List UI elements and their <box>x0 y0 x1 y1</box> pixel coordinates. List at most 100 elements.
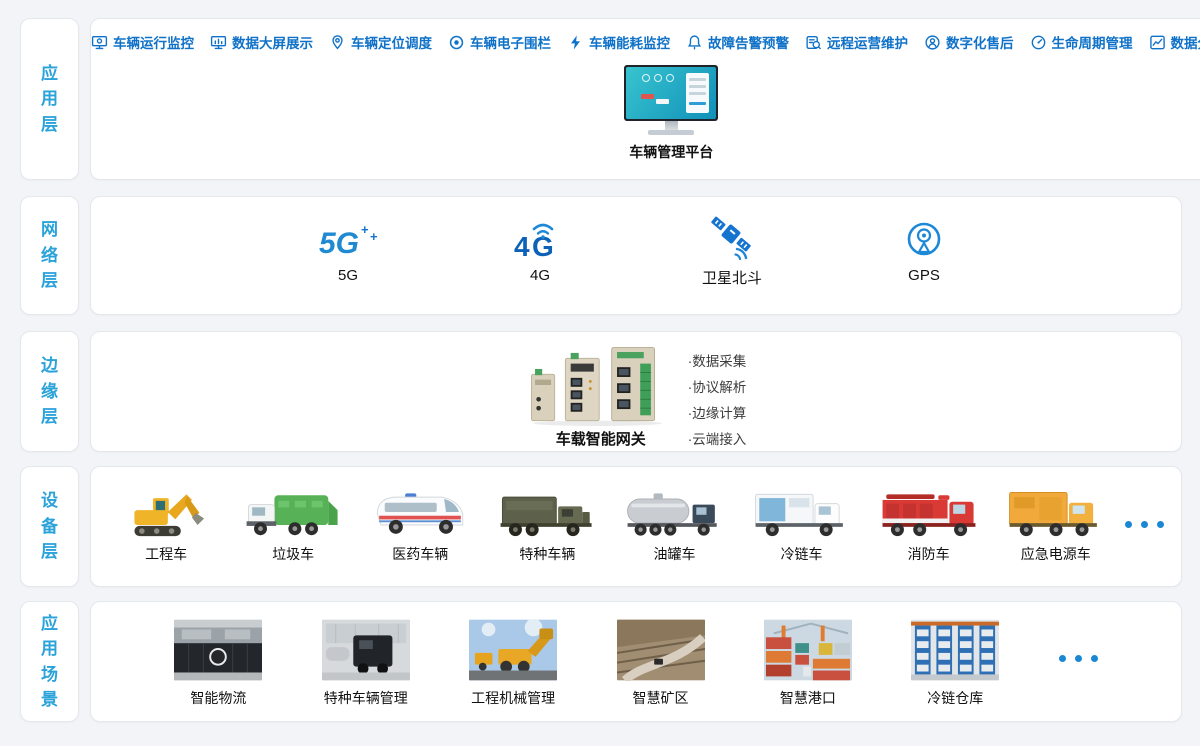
app-feature-label: 车辆运行监控 <box>113 32 194 52</box>
scenario-item: 智能物流 <box>174 619 262 708</box>
smart-logistics-photo <box>174 619 262 681</box>
special-vehicle-photo <box>322 619 410 681</box>
network-item-5g: 5G++ 5G <box>289 214 407 288</box>
network-item-label: 4G <box>530 267 550 284</box>
app-layer-panel: 车辆运行监控 数据大屏展示 车辆定位调度 车辆电子围栏 车辆能耗监控 故障告警预… <box>90 18 1200 180</box>
network-item-label: 卫星北斗 <box>702 267 762 288</box>
port-photo <box>764 619 852 681</box>
vehicle-label: 冷链车 <box>781 544 823 564</box>
geofence-icon <box>448 34 465 51</box>
remote-ops-icon <box>805 34 822 51</box>
tanker-truck-graphic <box>622 481 726 543</box>
ellipsis-icon <box>1059 655 1098 662</box>
app-feature-label: 数据分析应用 <box>1171 32 1200 52</box>
vehicle-item: 消防车 <box>871 481 987 564</box>
app-feature: 车辆运行监控 <box>91 32 194 52</box>
app-feature: 车辆电子围栏 <box>448 32 551 52</box>
network-layer-row: 网络层 5G++ 5G 4G 4G 卫星北斗 <box>20 196 1182 315</box>
vehicle-label: 工程车 <box>145 544 187 564</box>
monitor-screen <box>624 65 718 121</box>
vehicle-label: 应急电源车 <box>1021 544 1091 564</box>
layer-label-text: 设备层 <box>40 488 59 565</box>
location-pin-icon <box>329 34 346 51</box>
scenario-label: 智慧矿区 <box>633 688 689 708</box>
energy-icon <box>567 34 584 51</box>
layer-label-edge: 边缘层 <box>20 331 79 452</box>
vehicle-label: 医药车辆 <box>392 544 448 564</box>
vehicle-label: 垃圾车 <box>272 544 314 564</box>
gateway-bullet: ·边缘计算 <box>688 401 747 427</box>
app-feature: 数据大屏展示 <box>210 32 313 52</box>
network-item-4g: 4G 4G <box>481 214 599 288</box>
app-feature-label: 远程运营维护 <box>827 32 908 52</box>
app-feature: 远程运营维护 <box>805 32 908 52</box>
device-layer-row: 设备层 工程车 <box>20 466 1182 587</box>
gateway-bullet: ·数据采集 <box>688 349 747 375</box>
satellite-icon <box>707 216 757 262</box>
network-item-label: GPS <box>908 267 940 284</box>
scenario-item: 工程机械管理 <box>469 619 557 708</box>
svg-text:4: 4 <box>514 231 530 262</box>
layer-label-text: 网络层 <box>40 217 59 294</box>
network-item-gps: GPS <box>865 214 983 288</box>
app-feature: 数字化售后 <box>924 32 1014 52</box>
lifecycle-icon <box>1030 34 1047 51</box>
cold-warehouse-photo <box>911 619 999 681</box>
vehicle-item: 冷链车 <box>744 481 860 564</box>
scenario-label: 智慧港口 <box>780 688 836 708</box>
5g-icon: 5G++ <box>315 220 381 262</box>
app-feature: 故障告警预警 <box>686 32 789 52</box>
vehicle-label: 消防车 <box>908 544 950 564</box>
ellipsis-icon <box>1125 521 1164 528</box>
scenario-item: 特种车辆管理 <box>322 619 410 708</box>
scenario-item: 冷链仓库 <box>911 619 999 708</box>
gateway-label: 车载智能网关 <box>556 428 646 449</box>
app-feature-label: 故障告警预警 <box>708 32 789 52</box>
layer-label-text: 应用层 <box>40 61 59 138</box>
cold-chain-truck-graphic <box>750 481 854 543</box>
device-layer-panel: 工程车 垃圾车 <box>90 466 1182 587</box>
alarm-bell-icon <box>686 34 703 51</box>
app-feature-label: 数据大屏展示 <box>232 32 313 52</box>
mine-photo <box>617 619 705 681</box>
scenario-label: 冷链仓库 <box>927 688 983 708</box>
construction-photo <box>469 619 557 681</box>
platform-label: 车辆管理平台 <box>629 142 713 162</box>
svg-text:+: + <box>370 229 378 244</box>
data-analysis-icon <box>1149 34 1166 51</box>
power-truck-graphic <box>1004 481 1108 543</box>
platform-monitor-graphic <box>624 65 718 135</box>
vehicle-label: 油罐车 <box>653 544 695 564</box>
layer-label-device: 设备层 <box>20 466 79 587</box>
layer-label-text: 边缘层 <box>40 353 59 430</box>
platform-block: 车辆管理平台 <box>91 65 1200 162</box>
vehicle-label: 特种车辆 <box>519 544 575 564</box>
layer-label-network: 网络层 <box>20 196 79 315</box>
gateway-bullet: ·云端接入 <box>688 427 747 453</box>
network-item-beidou: 卫星北斗 <box>673 214 791 288</box>
app-feature-label: 车辆定位调度 <box>351 32 432 52</box>
4g-icon: 4G <box>512 220 568 262</box>
vehicle-monitor-icon <box>91 34 108 51</box>
app-feature-label: 生命周期管理 <box>1052 32 1133 52</box>
big-screen-icon <box>210 34 227 51</box>
fire-truck-graphic <box>877 481 981 543</box>
edge-layer-panel: 车载智能网关 ·数据采集 ·协议解析 ·边缘计算 ·云端接入 <box>90 331 1182 452</box>
scenario-label: 特种车辆管理 <box>324 688 408 708</box>
vehicle-item: 油罐车 <box>616 481 732 564</box>
app-feature: 生命周期管理 <box>1030 32 1133 52</box>
app-feature-label: 车辆电子围栏 <box>470 32 551 52</box>
layer-label-scenario: 应用场景 <box>20 601 79 722</box>
app-feature: 车辆定位调度 <box>329 32 432 52</box>
app-layer-row: 应用层 车辆运行监控 数据大屏展示 车辆定位调度 车辆电子围栏 车辆能耗监控 <box>20 18 1182 180</box>
scenario-label: 智能物流 <box>190 688 246 708</box>
gateway-bullet-list: ·数据采集 ·协议解析 ·边缘计算 ·云端接入 <box>688 344 747 453</box>
app-feature: 数据分析应用 <box>1149 32 1200 52</box>
vehicle-item: 特种车辆 <box>489 481 605 564</box>
gateway-bullet: ·协议解析 <box>688 375 747 401</box>
login-card-graphic <box>686 73 709 113</box>
vehicle-item: 应急电源车 <box>998 481 1114 564</box>
ambulance-graphic <box>368 481 472 543</box>
military-truck-graphic <box>495 481 599 543</box>
network-item-label: 5G <box>338 267 358 284</box>
